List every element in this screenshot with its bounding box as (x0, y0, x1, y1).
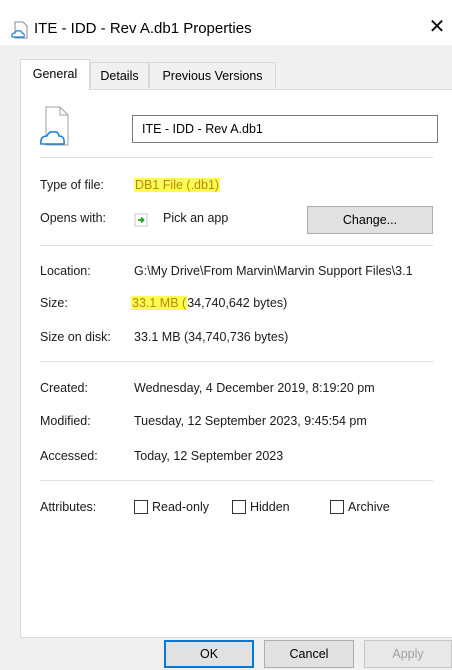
tab-general[interactable]: General (20, 59, 90, 90)
modified-label: Modified: (40, 414, 91, 428)
archive-label[interactable]: Archive (348, 500, 390, 514)
close-icon[interactable]: ✕ (429, 16, 446, 38)
tab-details[interactable]: Details (90, 62, 149, 88)
opens-with-label: Opens with: (40, 211, 107, 225)
separator (40, 245, 433, 246)
size-label: Size: (40, 296, 68, 310)
read-only-checkbox[interactable] (134, 500, 148, 514)
cloud-file-icon (10, 21, 30, 39)
attributes-label: Attributes: (40, 500, 97, 514)
tab-previous-versions[interactable]: Previous Versions (149, 62, 276, 88)
hidden-checkbox[interactable] (232, 500, 246, 514)
hidden-label[interactable]: Hidden (250, 500, 290, 514)
location-label: Location: (40, 264, 91, 278)
created-value: Wednesday, 4 December 2019, 8:19:20 pm (134, 381, 375, 395)
created-label: Created: (40, 381, 88, 395)
cancel-button[interactable]: Cancel (264, 640, 354, 668)
size-value-highlight: 33.1 MB ( (131, 296, 188, 310)
type-of-file-text: DB1 File (.db1) (134, 178, 221, 192)
type-of-file-value: DB1 File (.db1) (134, 178, 221, 192)
close-button[interactable]: ✕ (426, 17, 448, 39)
cloud-file-icon (40, 106, 70, 146)
ok-button[interactable]: OK (164, 640, 254, 668)
size-on-disk-label: Size on disk: (40, 330, 111, 344)
modified-value: Tuesday, 12 September 2023, 9:45:54 pm (134, 414, 367, 428)
location-value: G:\My Drive\From Marvin\Marvin Support F… (134, 264, 413, 278)
type-of-file-label: Type of file: (40, 178, 104, 192)
file-name-field[interactable]: ITE - IDD - Rev A.db1 (132, 115, 438, 143)
apply-button[interactable]: Apply (364, 640, 452, 668)
size-on-disk-value: 33.1 MB (34,740,736 bytes) (134, 330, 289, 344)
general-panel (20, 89, 452, 638)
separator (40, 480, 433, 481)
window-title: ITE - IDD - Rev A.db1 Properties (34, 20, 252, 37)
size-value: 33.1 MB (34,740,642 bytes) (131, 296, 287, 310)
size-value-bytes: 34,740,642 bytes) (187, 296, 288, 310)
opens-with-value: Pick an app (163, 211, 229, 225)
separator (40, 361, 433, 362)
accessed-value: Today, 12 September 2023 (134, 449, 284, 463)
archive-checkbox[interactable] (330, 500, 344, 514)
accessed-label: Accessed: (40, 449, 98, 463)
change-button[interactable]: Change... (307, 206, 433, 234)
separator (40, 157, 433, 158)
read-only-label[interactable]: Read-only (152, 500, 209, 514)
pick-app-arrow-icon (134, 213, 148, 227)
